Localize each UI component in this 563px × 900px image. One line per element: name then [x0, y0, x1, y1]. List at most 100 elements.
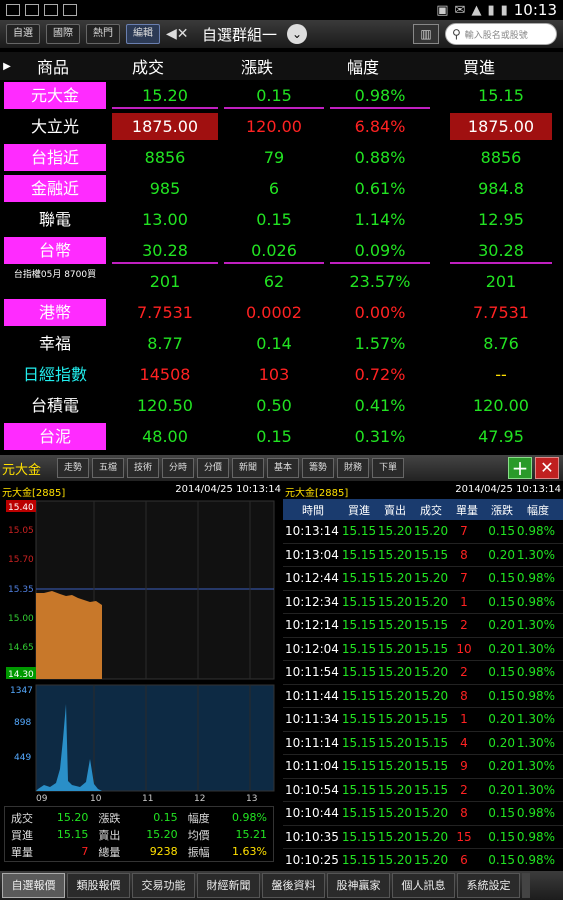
quote-row[interactable]: 金融近 985 6 0.61% 984.8 — [0, 173, 563, 204]
tick-change: 0.15 — [488, 571, 515, 586]
quote-table-header: ▶ 商品 成交 漲跌 幅度 買進 — [0, 52, 563, 80]
quote-price: 120.50 — [137, 396, 193, 415]
tab-trend[interactable]: 走勢 — [57, 458, 89, 478]
quote-name: 台指近 — [4, 144, 106, 171]
tick-ask: 15.20 — [377, 759, 413, 774]
nav-after-hours[interactable]: 盤後資料 — [262, 873, 325, 898]
search-input[interactable]: ⚲ 輸入股名或股號 — [445, 23, 557, 45]
tab-ticks[interactable]: 分時 — [162, 458, 194, 478]
tick-row: 10:12:44 15.15 15.20 15.20 7 0.15 0.98% — [283, 567, 563, 591]
tab-international[interactable]: 國際 — [46, 24, 80, 44]
tick-lot: 4 — [460, 735, 468, 750]
quote-pct: 0.72% — [354, 365, 406, 384]
col-change[interactable]: 漲跌 — [204, 54, 310, 78]
quote-change: 120.00 — [246, 117, 302, 136]
tick-deal: 15.20 — [413, 665, 449, 680]
quote-change: 0.15 — [224, 82, 324, 109]
tick-time: 10:12:04 — [285, 641, 339, 656]
tick-change: 0.15 — [488, 594, 515, 609]
tick-deal: 15.15 — [413, 641, 449, 656]
quote-price: 8.77 — [147, 334, 183, 353]
tick-pct: 0.98% — [516, 806, 555, 821]
tick-pct: 1.30% — [516, 618, 555, 633]
quote-change: 79 — [263, 148, 285, 167]
stat-label: 漲跌 — [98, 811, 121, 825]
quote-name: 台指權05月 8700買 — [13, 270, 97, 280]
quote-row[interactable]: 港幣 7.7531 0.0002 0.00% 7.7531 — [0, 297, 563, 328]
tab-technical[interactable]: 技術 — [127, 458, 159, 478]
tick-time: 10:10:25 — [285, 853, 339, 866]
stat-value: 15.15 — [56, 828, 89, 841]
nav-news[interactable]: 財經新聞 — [197, 873, 260, 898]
col-pct[interactable]: 幅度 — [310, 54, 416, 78]
quote-bid: 201 — [485, 272, 517, 291]
nav-stock-guru[interactable]: 股神贏家 — [327, 873, 390, 898]
close-icon[interactable]: ✕ — [535, 457, 559, 479]
stat-label: 賣出 — [98, 828, 121, 842]
time-tick: 13 — [246, 794, 257, 804]
quote-row[interactable]: 台泥 48.00 0.15 0.31% 47.95 — [0, 421, 563, 452]
quote-row[interactable]: 台幣 30.28 0.026 0.09% 30.28 — [0, 235, 563, 266]
bottom-nav: 自選報價 類股報價 交易功能 財經新聞 盤後資料 股神贏家 個人訊息 系統設定 — [0, 871, 563, 900]
tab-five-levels[interactable]: 五檔 — [92, 458, 124, 478]
col-price[interactable]: 成交 — [92, 54, 204, 78]
tick-pct: 0.98% — [516, 594, 555, 609]
tab-order[interactable]: 下單 — [372, 458, 404, 478]
status-bar: ▣ ✉ ▲ ▮ ▮ 10:13 — [0, 0, 563, 20]
expand-icon[interactable]: ▶ — [0, 61, 14, 72]
group-title[interactable]: 自選群組一 — [202, 24, 277, 45]
tab-popular[interactable]: 熱門 — [86, 24, 120, 44]
nav-messages[interactable]: 個人訊息 — [392, 873, 455, 898]
col-bid[interactable]: 買進 — [416, 54, 542, 78]
price-tick: 15.70 — [8, 555, 34, 565]
detail-title: 元大金 — [2, 462, 42, 478]
tick-change: 0.20 — [488, 735, 515, 750]
quote-row[interactable]: 大立光 1875.00 120.00 6.84% 1875.00 — [0, 111, 563, 142]
quote-name: 幸福 — [38, 334, 71, 353]
quote-change: 103 — [258, 365, 290, 384]
tick-lot: 9 — [460, 759, 468, 774]
quote-row[interactable]: 台積電 120.50 0.50 0.41% 120.00 — [0, 390, 563, 421]
ticks-list[interactable]: 10:13:14 15.15 15.20 15.20 7 0.15 0.98% 10:13:0… — [283, 520, 563, 866]
more-handle[interactable] — [522, 873, 530, 898]
nav-trading[interactable]: 交易功能 — [132, 873, 195, 898]
quote-row[interactable]: 幸福 8.77 0.14 1.57% 8.76 — [0, 328, 563, 359]
quote-row[interactable]: 聯電 13.00 0.15 1.14% 12.95 — [0, 204, 563, 235]
col-name[interactable]: 商品 — [14, 54, 92, 78]
tick-lot: 7 — [460, 571, 468, 586]
chevron-down-icon[interactable]: ⌄ — [287, 24, 308, 44]
intraday-chart[interactable]: 15.40 15.05 15.70 15.35 15.00 14.65 14.3… — [0, 499, 283, 804]
tab-favorites[interactable]: 自選 — [6, 24, 40, 44]
tick-pct: 0.98% — [516, 524, 555, 539]
quote-row[interactable]: 元大金 15.20 0.15 0.98% 15.15 — [0, 80, 563, 111]
quote-row[interactable]: 日經指數 14508 103 0.72% -- — [0, 359, 563, 390]
tab-news[interactable]: 新聞 — [232, 458, 264, 478]
mute-icon[interactable]: ◀✕ — [166, 26, 189, 42]
tick-pct: 1.30% — [516, 712, 555, 727]
tab-chips[interactable]: 籌勢 — [302, 458, 334, 478]
search-icon: ⚲ — [452, 27, 461, 41]
nav-sector[interactable]: 類股報價 — [67, 873, 130, 898]
tab-fundamental[interactable]: 基本 — [267, 458, 299, 478]
quote-pct: 0.61% — [354, 179, 406, 198]
tick-pct: 1.30% — [516, 782, 555, 797]
book-icon[interactable]: ▥ — [413, 24, 439, 44]
tab-price-volume[interactable]: 分價 — [197, 458, 229, 478]
add-icon[interactable]: + — [508, 457, 532, 479]
quote-row[interactable]: 台指近 8856 79 0.88% 8856 — [0, 142, 563, 173]
tick-row: 10:11:14 15.15 15.20 15.15 4 0.20 1.30% — [283, 732, 563, 755]
edit-button[interactable]: 編輯 — [126, 24, 160, 44]
tick-pct: 1.30% — [516, 759, 555, 774]
tick-row: 10:12:14 15.15 15.20 15.15 2 0.20 1.30% — [283, 614, 563, 638]
stats-row: 成交 15.20 漲跌 0.15 幅度 0.98% — [11, 809, 267, 826]
nav-watchlist[interactable]: 自選報價 — [2, 873, 65, 898]
quote-price: 1875.00 — [112, 113, 218, 140]
detail-toolbar: 元大金 走勢 五檔 技術 分時 分價 新聞 基本 籌勢 財務 下單 + ✕ — [0, 455, 563, 481]
quote-row[interactable]: 台指權05月 8700買 201 62 23.57% 201 — [0, 266, 563, 297]
tab-financial[interactable]: 財務 — [337, 458, 369, 478]
nav-settings[interactable]: 系統設定 — [457, 873, 520, 898]
tick-bid: 15.15 — [341, 735, 377, 750]
tick-bid: 15.15 — [341, 759, 377, 774]
quote-change: 0.15 — [256, 210, 292, 229]
quote-bid: 15.15 — [478, 86, 524, 105]
